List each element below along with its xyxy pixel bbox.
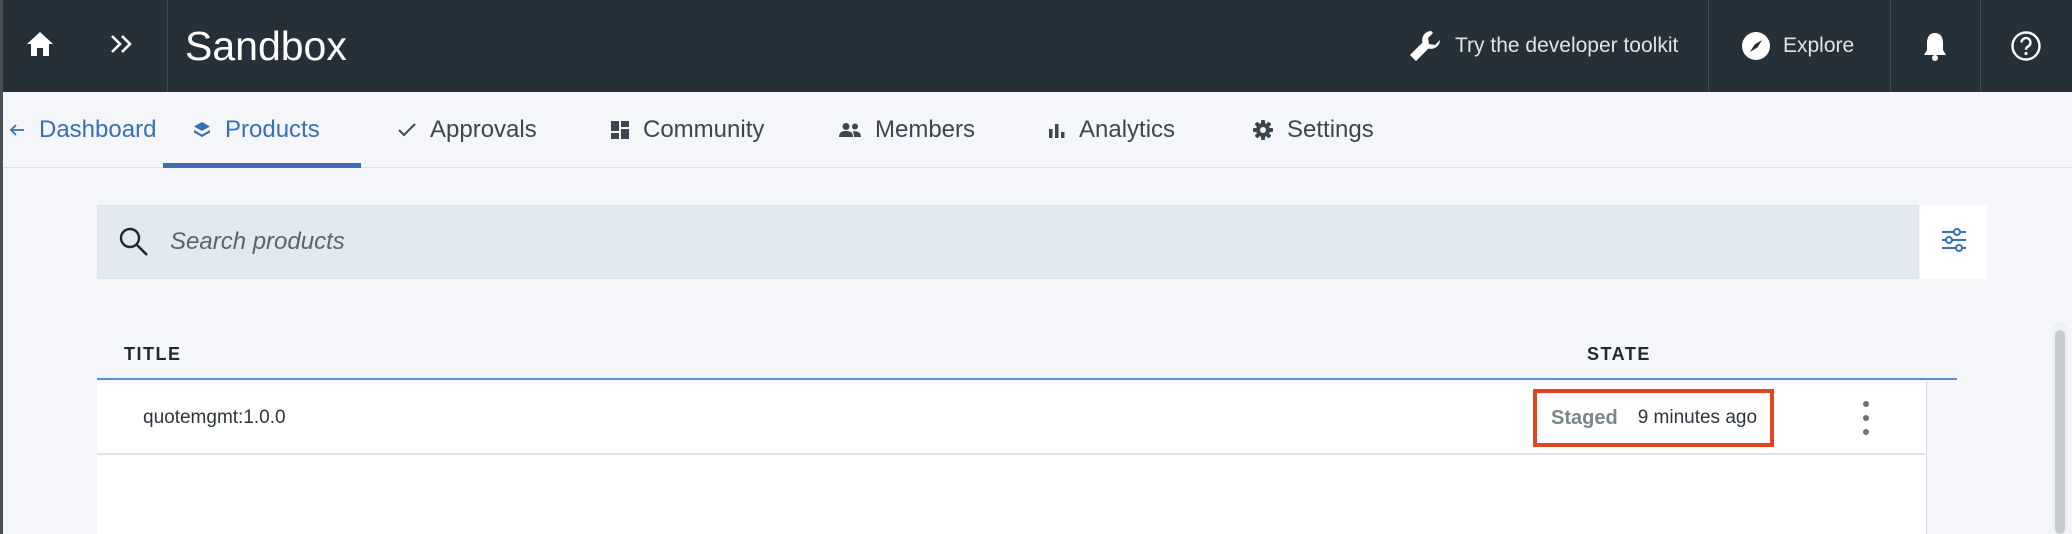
app-title: Sandbox — [185, 22, 347, 69]
tab-label: Analytics — [1079, 116, 1176, 143]
tab-label: Products — [225, 116, 320, 143]
layers-icon — [193, 121, 211, 139]
tab-label: Community — [643, 116, 765, 143]
wrench-icon — [1407, 28, 1443, 64]
bell-icon — [1921, 30, 1949, 62]
tab-analytics[interactable]: Analytics — [1049, 92, 1175, 168]
tab-dashboard[interactable]: Dashboard — [9, 92, 156, 168]
explore-label: Explore — [1783, 34, 1855, 57]
checkmark-icon — [398, 123, 416, 137]
dashboard-tiles-icon — [611, 121, 629, 139]
explore-link[interactable]: Explore — [1741, 0, 1854, 92]
scrollbar-thumb[interactable] — [2055, 330, 2065, 534]
bar-chart-icon — [1049, 122, 1065, 138]
people-icon — [839, 122, 861, 138]
tab-label: Dashboard — [39, 116, 157, 143]
state-cell: Staged 9 minutes ago — [1533, 389, 1774, 447]
expand-nav-button[interactable] — [77, 0, 167, 92]
column-header-title[interactable]: TITLE — [124, 330, 182, 378]
help-icon — [2010, 30, 2042, 62]
tab-label: Members — [875, 116, 976, 143]
tab-approvals[interactable]: Approvals — [398, 92, 537, 168]
arrow-left-icon — [9, 122, 25, 138]
home-button[interactable] — [3, 0, 77, 92]
tab-label: Settings — [1287, 116, 1374, 143]
product-title[interactable]: quotemgmt:1.0.0 — [143, 381, 286, 455]
row-overflow-menu-button[interactable] — [1851, 395, 1881, 441]
notifications-button[interactable] — [1890, 0, 1980, 92]
developer-toolkit-link[interactable]: Try the developer toolkit — [1407, 0, 1678, 92]
last-updated: 9 minutes ago — [1637, 407, 1758, 428]
double-chevron-right-icon — [109, 33, 135, 60]
divider — [167, 0, 168, 92]
column-header-state[interactable]: STATE — [1587, 330, 1651, 378]
table-body: quotemgmt:1.0.0 Staged 9 minutes ago — [97, 381, 1927, 534]
search-input[interactable] — [170, 212, 1870, 272]
gear-icon — [1253, 120, 1273, 140]
table-header: TITLE STATE — [97, 330, 1957, 380]
tab-settings[interactable]: Settings — [1253, 92, 1374, 168]
sliders-icon — [1940, 227, 1968, 258]
tab-members[interactable]: Members — [839, 92, 975, 168]
help-button[interactable] — [1980, 0, 2072, 92]
top-bar: Sandbox Try the developer toolkit Explor… — [3, 0, 2072, 92]
search-bar — [97, 205, 1919, 279]
tab-products[interactable]: Products — [163, 92, 361, 168]
tab-community[interactable]: Community — [611, 92, 764, 168]
home-icon — [25, 30, 55, 63]
tab-navigation: Dashboard Products Approvals Community M… — [3, 92, 2072, 168]
compass-icon — [1741, 31, 1771, 61]
search-icon — [98, 226, 170, 258]
app-window: Sandbox Try the developer toolkit Explor… — [0, 0, 2072, 534]
tab-label: Approvals — [430, 116, 537, 143]
status-badge: Staged — [1551, 406, 1618, 429]
filter-button[interactable] — [1920, 205, 1987, 279]
divider — [1708, 0, 1709, 92]
table-row[interactable]: quotemgmt:1.0.0 Staged 9 minutes ago — [97, 381, 1925, 455]
developer-toolkit-label: Try the developer toolkit — [1455, 34, 1679, 57]
kebab-menu-icon — [1863, 401, 1869, 435]
